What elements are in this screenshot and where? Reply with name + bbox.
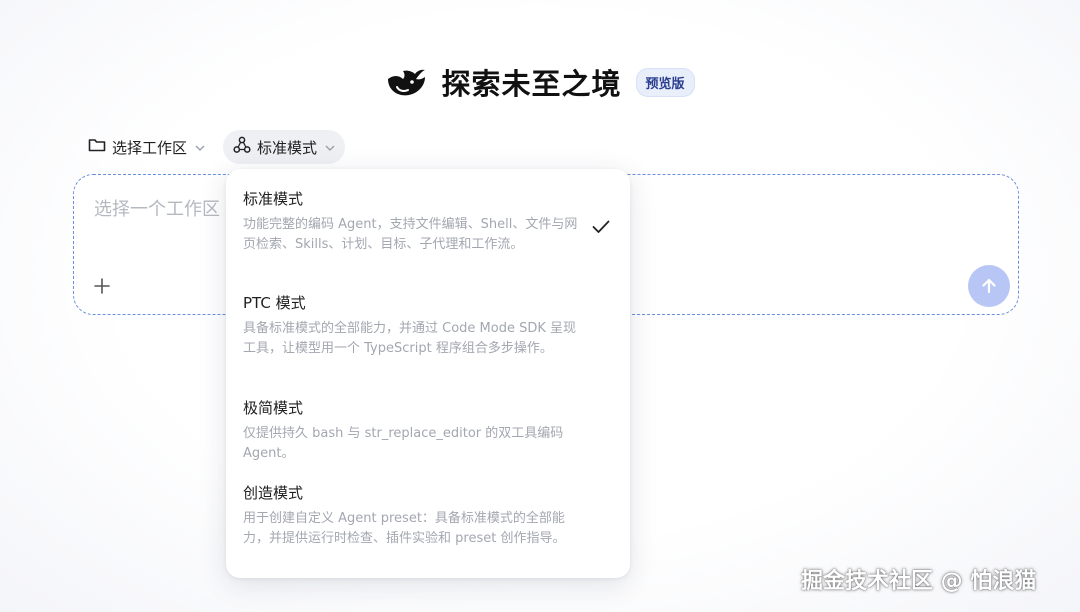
composer-toolbar: 选择工作区 标准模式 <box>78 130 346 164</box>
mode-option-desc: 用于创建自定义 Agent preset：具备标准模式的全部能力，并提供运行时检… <box>243 511 566 546</box>
mode-option-ptc[interactable]: PTC 模式 具备标准模式的全部能力，并通过 Code Mode SDK 呈现工… <box>243 292 588 358</box>
check-icon <box>592 219 610 238</box>
mode-option-title: 标准模式 <box>243 190 304 208</box>
header: 探索未至之境 预览版 <box>0 62 1080 102</box>
mode-nodes-icon <box>233 136 251 158</box>
workspace-select-button[interactable]: 选择工作区 <box>78 130 215 164</box>
mode-option-create[interactable]: 创造模式 用于创建自定义 Agent preset：具备标准模式的全部能力，并提… <box>243 482 588 548</box>
mode-option-standard[interactable]: 标准模式 功能完整的编码 Agent，支持文件编辑、Shell、文件与网页检索、… <box>243 188 588 254</box>
workspace-select-label: 选择工作区 <box>112 138 188 157</box>
mode-option-desc: 仅提供持久 bash 与 str_replace_editor 的双工具编码 A… <box>243 426 564 461</box>
mode-option-minimal[interactable]: 极简模式 仅提供持久 bash 与 str_replace_editor 的双工… <box>243 397 588 463</box>
add-attachment-icon[interactable] <box>90 277 114 301</box>
chevron-down-icon <box>195 141 205 154</box>
folder-icon <box>88 137 106 157</box>
preview-badge: 预览版 <box>635 67 695 97</box>
mode-dropdown-menu: 标准模式 功能完整的编码 Agent，支持文件编辑、Shell、文件与网页检索、… <box>226 169 630 578</box>
mode-option-title: PTC 模式 <box>243 294 306 312</box>
mode-option-title: 极简模式 <box>243 399 304 417</box>
mode-select-label: 标准模式 <box>257 138 318 157</box>
mode-option-desc: 具备标准模式的全部能力，并通过 Code Mode SDK 呈现工具，让模型用一… <box>243 321 577 356</box>
send-button[interactable] <box>968 265 1010 307</box>
mode-select-button[interactable]: 标准模式 <box>223 130 346 164</box>
composer-placeholder[interactable]: 选择一个工作区 <box>94 195 220 221</box>
whale-logo-icon <box>385 64 429 100</box>
watermark-text: 掘金技术社区 @ 怕浪猫 <box>801 569 1037 594</box>
arrow-up-icon <box>982 278 996 294</box>
mode-option-desc: 功能完整的编码 Agent，支持文件编辑、Shell、文件与网页检索、Skill… <box>243 217 578 252</box>
chevron-down-icon <box>325 141 335 154</box>
page-title: 探索未至之境 <box>441 67 622 101</box>
mode-option-title: 创造模式 <box>243 484 304 502</box>
